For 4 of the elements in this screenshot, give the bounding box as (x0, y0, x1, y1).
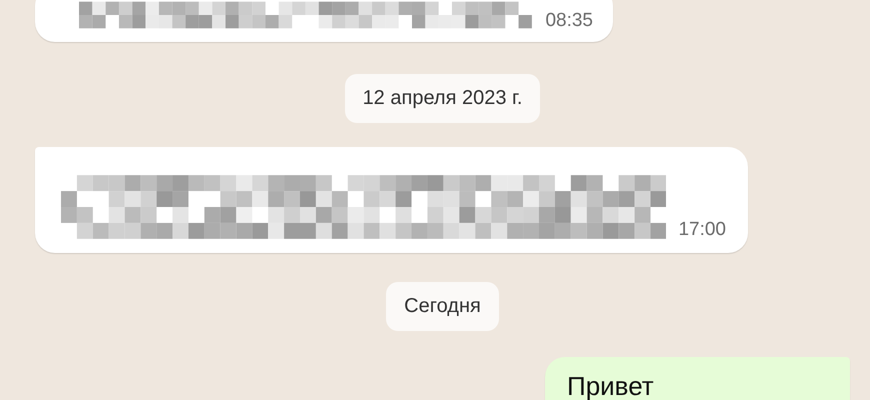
message-time: 17:00 (678, 219, 726, 241)
message-time: 08:35 (545, 10, 593, 32)
date-chip: 12 апреля 2023 г. (344, 74, 540, 123)
date-chip: Сегодня (386, 282, 499, 331)
